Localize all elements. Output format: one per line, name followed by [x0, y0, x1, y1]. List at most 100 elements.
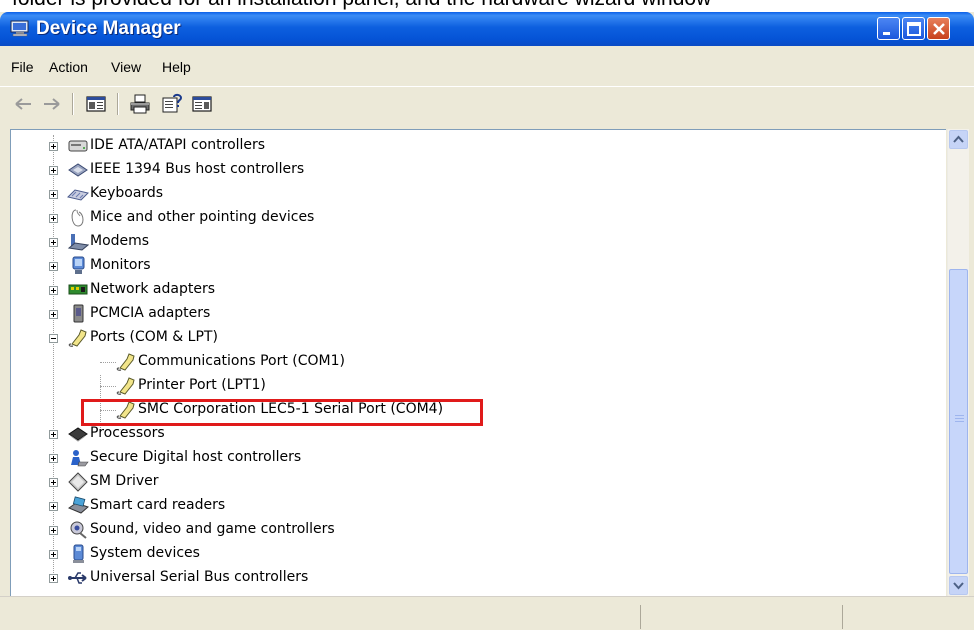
window-title: Device Manager [36, 18, 181, 39]
tree-item-system-devices[interactable]: System devices [11, 544, 411, 568]
tree-item-universal-serial-bus-controllers[interactable]: Universal Serial Bus controllers [11, 568, 411, 592]
toolbar [0, 86, 974, 121]
disk-drive-icon [68, 140, 88, 152]
expand-toggle[interactable] [49, 454, 58, 463]
tree-item-secure-digital-host-controllers[interactable]: Secure Digital host controllers [11, 448, 411, 472]
menu-file[interactable]: File [11, 59, 34, 75]
tree-item-ide-ata-atapi-controllers[interactable]: IDE ATA/ATAPI controllers [11, 136, 411, 160]
device-manager-window: Device Manager File Action View Help IDE… [0, 12, 974, 630]
tree-item-label: Universal Serial Bus controllers [90, 569, 309, 585]
tree-item-label: Mice and other pointing devices [90, 209, 315, 225]
expand-toggle[interactable] [49, 214, 58, 223]
thumb-grip [955, 415, 964, 416]
tree-item-label: Processors [90, 425, 165, 441]
processor-icon [68, 427, 88, 442]
port-connector-icon [116, 377, 135, 395]
tree-item-label: Secure Digital host controllers [90, 449, 302, 465]
tree-item-label: Sound, video and game controllers [90, 521, 335, 537]
tree-item-ieee-1394-bus-host-controllers[interactable]: IEEE 1394 Bus host controllers [11, 160, 411, 184]
forward-arrow-icon[interactable] [40, 93, 64, 115]
chevron-down-icon [953, 582, 964, 590]
tree-item-label: System devices [90, 545, 200, 561]
tree-item-label: Smart card readers [90, 497, 226, 513]
toolbar-separator [117, 93, 119, 115]
keyboard-icon [67, 189, 89, 201]
expand-toggle[interactable] [49, 166, 58, 175]
menu-action[interactable]: Action [49, 59, 88, 75]
scroll-up-button[interactable] [949, 130, 968, 149]
minimize-button[interactable] [877, 17, 900, 40]
thumb-grip [955, 421, 964, 422]
show-hide-action-pane-icon[interactable] [190, 93, 214, 115]
highlight-annotation-box [81, 399, 483, 426]
tree-item-label: Network adapters [90, 281, 215, 297]
expand-toggle[interactable] [49, 502, 58, 511]
tree-item-label: Communications Port (COM1) [138, 353, 345, 369]
expand-toggle[interactable] [49, 238, 58, 247]
collapse-toggle[interactable] [49, 334, 58, 343]
menu-help[interactable]: Help [162, 59, 191, 75]
status-bar-panel [842, 605, 843, 629]
mouse-icon [71, 209, 84, 227]
expand-toggle[interactable] [49, 286, 58, 295]
back-arrow-icon[interactable] [12, 93, 36, 115]
port-connector-icon [116, 353, 135, 371]
close-icon [933, 23, 945, 35]
close-button[interactable] [927, 17, 950, 40]
tree-item-sound-video-and-game-controllers[interactable]: Sound, video and game controllers [11, 520, 411, 544]
network-adapter-icon [68, 284, 88, 295]
tree-item-mice-and-other-pointing-devices[interactable]: Mice and other pointing devices [11, 208, 411, 232]
properties-help-icon[interactable] [160, 93, 184, 115]
tree-item-smart-card-readers[interactable]: Smart card readers [11, 496, 411, 520]
tree-item-label: Ports (COM & LPT) [90, 329, 218, 345]
tree-item-label: Printer Port (LPT1) [138, 377, 266, 393]
tree-item-label: Monitors [90, 257, 151, 273]
expand-toggle[interactable] [49, 430, 58, 439]
firewire-icon [68, 163, 88, 177]
title-bar[interactable]: Device Manager [0, 12, 974, 46]
cropped-caption: folder is provided for an installation p… [0, 0, 974, 12]
expand-toggle[interactable] [49, 478, 58, 487]
tree-item-network-adapters[interactable]: Network adapters [11, 280, 411, 304]
menu-bar: File Action View Help [0, 46, 974, 75]
port-connector-icon [68, 329, 87, 347]
show-hide-console-tree-icon[interactable] [84, 93, 108, 115]
expand-toggle[interactable] [49, 550, 58, 559]
maximize-button[interactable] [902, 17, 925, 40]
tree-item-monitors[interactable]: Monitors [11, 256, 411, 280]
tree-item-label: SM Driver [90, 473, 159, 489]
expand-toggle[interactable] [49, 142, 58, 151]
minimize-icon [883, 32, 890, 35]
tree-item-modems[interactable]: Modems [11, 232, 411, 256]
tree-item-sm-driver[interactable]: SM Driver [11, 472, 411, 496]
expand-toggle[interactable] [49, 262, 58, 271]
tree-item-printer-port-lpt1[interactable]: Printer Port (LPT1) [11, 376, 431, 400]
device-tree[interactable]: IDE ATA/ATAPI controllers IEEE 1394 Bus … [10, 129, 946, 596]
print-icon[interactable] [128, 93, 152, 115]
expand-toggle[interactable] [49, 310, 58, 319]
expand-toggle[interactable] [49, 526, 58, 535]
scroll-down-button[interactable] [949, 576, 968, 595]
monitor-icon [72, 256, 85, 274]
tree-item-label: Modems [90, 233, 150, 249]
usb-icon [68, 572, 87, 584]
tree-item-communications-port-com1[interactable]: Communications Port (COM1) [11, 352, 431, 376]
tree-item-label: IEEE 1394 Bus host controllers [90, 161, 305, 177]
scroll-thumb[interactable] [949, 269, 968, 574]
status-bar-panel [640, 605, 641, 629]
status-bar [0, 596, 974, 630]
modem-icon [67, 234, 89, 251]
smart-card-reader-icon [67, 496, 89, 514]
menu-view[interactable]: View [111, 59, 141, 75]
expand-toggle[interactable] [49, 574, 58, 583]
vertical-scrollbar[interactable] [947, 129, 969, 596]
tree-item-label: Keyboards [90, 185, 164, 201]
tree-item-keyboards[interactable]: Keyboards [11, 184, 411, 208]
tree-item-ports-com-lpt[interactable]: Ports (COM & LPT) [11, 328, 411, 352]
tree-item-pcmcia-adapters[interactable]: PCMCIA adapters [11, 304, 411, 328]
toolbar-separator [72, 93, 74, 115]
expand-toggle[interactable] [49, 190, 58, 199]
thumb-grip [955, 418, 964, 419]
maximize-icon [907, 22, 921, 36]
tree-item-processors[interactable]: Processors [11, 424, 411, 448]
